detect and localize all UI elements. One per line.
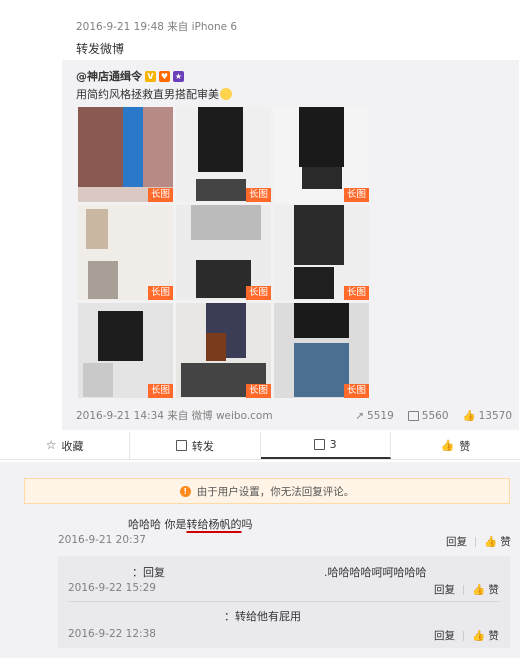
image-thumb[interactable]: 长图 xyxy=(274,303,369,398)
comment-icon xyxy=(313,439,325,450)
image-thumb[interactable]: 长图 xyxy=(78,205,173,300)
long-image-tag: 长图 xyxy=(147,384,173,398)
long-image-tag: 长图 xyxy=(343,188,369,202)
image-thumb[interactable]: 长图 xyxy=(78,107,173,202)
reply-button[interactable]: 回复 xyxy=(434,628,455,643)
comment-text-part: 哈哈哈 你是 xyxy=(128,518,187,531)
reply-actions: 回复 👍 赞 xyxy=(434,582,499,597)
divider xyxy=(475,536,476,547)
comment-area: ! 由于用户设置，你无法回复评论。 哈哈哈 你是转给杨帆的吗 2016-9-21… xyxy=(0,462,520,658)
original-text-content: 用简约风格拯救直男搭配审美 xyxy=(76,88,219,101)
comment-label: 3 xyxy=(329,438,337,451)
cat-emoji-icon xyxy=(220,88,232,100)
original-date-source: 2016-9-21 14:34 来自 微博 weibo.com xyxy=(76,410,273,422)
long-image-tag: 长图 xyxy=(245,384,271,398)
thumbs-up-icon: 👍 xyxy=(484,536,498,548)
vip-badge-icon: ★ xyxy=(173,70,184,82)
reply-like-button[interactable]: 👍 赞 xyxy=(472,628,499,643)
action-bar: ☆ 收藏 转发 3 👍 赞 xyxy=(0,432,520,460)
original-footer: 2016-9-21 14:34 来自 微博 weibo.com ↗ 5519 5… xyxy=(76,408,512,423)
thumbs-up-icon: 👍 xyxy=(440,439,455,452)
divider xyxy=(463,584,464,595)
long-image-tag: 长图 xyxy=(147,188,173,202)
repost-count-value: 5519 xyxy=(367,409,394,422)
comment-text-underlined: 转给杨帆的 xyxy=(186,518,242,531)
thumbs-up-icon: 👍 xyxy=(472,584,486,596)
comment-button[interactable]: 3 xyxy=(260,432,391,459)
reply-text: ：转给他有屁用 xyxy=(224,610,301,623)
long-image-tag: 长图 xyxy=(147,286,173,300)
original-author[interactable]: @神店通缉令 V ♥ ★ xyxy=(76,68,184,84)
reply-date: 2016-9-22 12:38 xyxy=(68,628,156,640)
author-name[interactable]: @神店通缉令 xyxy=(76,68,142,84)
image-thumb[interactable]: 长图 xyxy=(176,303,271,398)
favorite-label: 收藏 xyxy=(61,439,84,453)
thumbs-up-icon: 👍 xyxy=(472,630,486,642)
thumbs-up-icon: 👍 xyxy=(462,410,476,422)
favorite-button[interactable]: ☆ 收藏 xyxy=(0,432,131,459)
image-thumb[interactable]: 长图 xyxy=(274,205,369,300)
image-thumb[interactable]: 长图 xyxy=(176,107,271,202)
image-thumb[interactable]: 长图 xyxy=(78,303,173,398)
repost-box: @神店通缉令 V ♥ ★ 用简约风格拯救直男搭配审美 长图 长图 长图 长图 长… xyxy=(62,60,519,430)
reply-like-button[interactable]: 👍 赞 xyxy=(472,582,499,597)
like-count[interactable]: 👍 13570 xyxy=(462,409,512,423)
divider xyxy=(68,601,500,602)
star-icon: ☆ xyxy=(45,438,57,452)
comment-like-button[interactable]: 👍 赞 xyxy=(484,534,511,549)
fan-badge-icon: ♥ xyxy=(159,70,170,82)
reply-text: .哈哈哈哈呵呵哈哈哈 xyxy=(324,566,427,579)
reply-date: 2016-9-22 15:29 xyxy=(68,582,156,594)
like-button[interactable]: 👍 赞 xyxy=(391,432,520,459)
repost-button[interactable]: 转发 xyxy=(130,432,261,459)
reply-text: ：回复 xyxy=(132,566,165,579)
like-count-value: 13570 xyxy=(478,409,512,422)
like-label: 赞 xyxy=(488,584,499,596)
reply-thread: ：回复 .哈哈哈哈呵呵哈哈哈 2016-9-22 15:29 回复 👍 赞 ：转… xyxy=(58,556,510,648)
reply-disabled-notice: ! 由于用户设置，你无法回复评论。 xyxy=(24,478,510,504)
post-meta: 2016-9-21 19:48 来自 iPhone 6 xyxy=(76,21,238,33)
verified-badge-icon: V xyxy=(145,70,156,82)
like-label: 赞 xyxy=(459,439,471,453)
comment-count[interactable]: 5560 xyxy=(407,409,449,422)
reply-button[interactable]: 回复 xyxy=(446,534,467,549)
comment-actions: 回复 👍 赞 xyxy=(446,534,511,549)
repost-icon xyxy=(175,440,187,451)
like-label: 赞 xyxy=(488,630,499,642)
divider xyxy=(463,630,464,641)
comment-text-part: 吗 xyxy=(241,518,253,531)
reply-actions: 回复 👍 赞 xyxy=(434,628,499,643)
long-image-tag: 长图 xyxy=(343,286,369,300)
comment-count-value: 5560 xyxy=(421,409,449,422)
repost-count[interactable]: ↗ 5519 xyxy=(355,410,394,422)
comment-text: 哈哈哈 你是转给杨帆的吗 xyxy=(128,516,253,532)
post-text: 转发微博 xyxy=(76,42,125,56)
like-label: 赞 xyxy=(500,536,511,548)
image-thumb[interactable]: 长图 xyxy=(176,205,271,300)
comment-date: 2016-9-21 20:37 xyxy=(58,534,146,546)
long-image-tag: 长图 xyxy=(343,384,369,398)
reply-button[interactable]: 回复 xyxy=(434,582,455,597)
notice-text: 由于用户设置，你无法回复评论。 xyxy=(196,485,355,498)
warning-icon: ! xyxy=(179,485,191,497)
image-grid: 长图 长图 长图 长图 长图 长图 长图 长图 长图 xyxy=(78,107,369,398)
comment-icon xyxy=(407,410,419,421)
repost-label: 转发 xyxy=(191,439,214,453)
long-image-tag: 长图 xyxy=(245,286,271,300)
repost-icon: ↗ xyxy=(355,409,365,422)
image-thumb[interactable]: 长图 xyxy=(274,107,369,202)
long-image-tag: 长图 xyxy=(245,188,271,202)
original-text: 用简约风格拯救直男搭配审美 xyxy=(76,86,232,102)
